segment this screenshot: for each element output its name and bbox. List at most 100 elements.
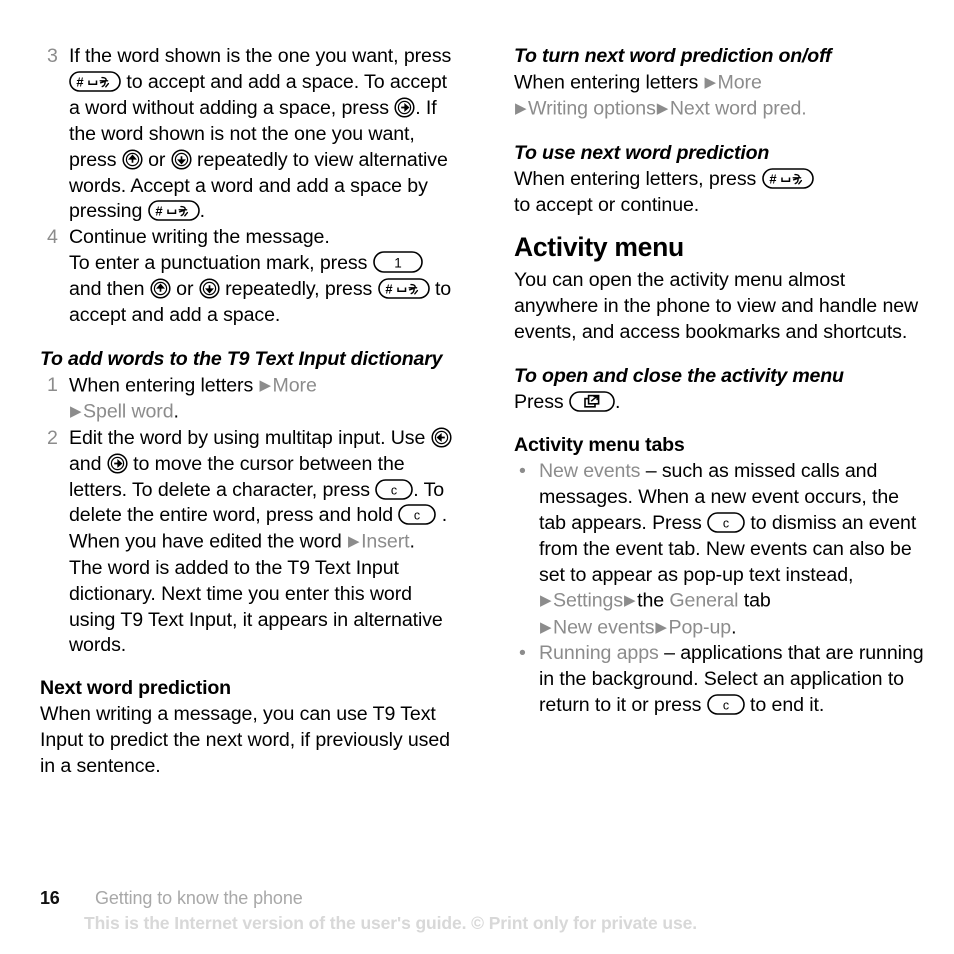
body-text: . bbox=[199, 200, 205, 223]
menu-arrow-icon: ▶ bbox=[259, 376, 272, 394]
list-number: 2 bbox=[47, 426, 58, 449]
hash-space-key-icon: # bbox=[147, 200, 200, 222]
subsection-heading-activity-menu-tabs: Activity menu tabs bbox=[514, 433, 685, 456]
tab-running-apps-text: Running apps – applications that are run… bbox=[539, 641, 926, 719]
body-text: Press bbox=[514, 391, 569, 414]
breadcrumb: Getting to know the phone bbox=[95, 888, 303, 908]
procedure-body-toggle-prediction: When entering letters ▶More ▶Writing opti… bbox=[514, 70, 926, 123]
footer-primary-line: 16 Getting to know the phone bbox=[40, 888, 920, 909]
body-text: and then bbox=[69, 278, 150, 301]
menu-arrow-icon: ▶ bbox=[540, 592, 552, 610]
list-item: • Running apps – applications that are r… bbox=[514, 641, 926, 719]
activity-menu-tabs-list: • New events – such as missed calls and … bbox=[514, 459, 926, 719]
menu-term: Spell word bbox=[83, 400, 174, 423]
body-text: to accept or continue. bbox=[514, 193, 700, 216]
svg-text:#: # bbox=[76, 74, 84, 89]
menu-term: General bbox=[669, 589, 739, 612]
body-text: . bbox=[614, 391, 621, 414]
procedure-body-open-close-activity-menu: Press . bbox=[514, 390, 926, 416]
step-4-text: Continue writing the message. To enter a … bbox=[69, 225, 452, 329]
procedure-heading-toggle-prediction: To turn next word prediction on/off bbox=[514, 45, 832, 67]
menu-arrow-icon: ▶ bbox=[656, 100, 669, 118]
clear-c-key-icon: c bbox=[706, 694, 745, 715]
body-text: . bbox=[436, 504, 448, 527]
body-text: to end it. bbox=[744, 694, 825, 717]
activity-menu-key-icon bbox=[569, 391, 615, 412]
menu-arrow-icon: ▶ bbox=[70, 403, 82, 421]
svg-text:c: c bbox=[391, 483, 397, 497]
steps-continued-list: 3 If the word shown is the one you want,… bbox=[40, 44, 452, 329]
menu-term: Next word pred. bbox=[669, 97, 807, 120]
list-item: 2 Edit the word by using multitap input.… bbox=[40, 426, 452, 660]
page-title: Activity menu bbox=[514, 232, 684, 263]
right-column: To turn next word prediction on/off When… bbox=[514, 44, 926, 780]
menu-term: New events bbox=[539, 459, 641, 482]
navigation-up-key-icon bbox=[150, 278, 171, 299]
procedure-steps-list: 1 When entering letters ▶More ▶Spell word… bbox=[40, 373, 452, 659]
menu-arrow-icon: ▶ bbox=[655, 618, 667, 636]
clear-c-key-icon: c bbox=[398, 504, 437, 526]
navigation-down-key-icon bbox=[199, 278, 220, 299]
hash-space-key-icon: # bbox=[377, 278, 430, 299]
tab-new-events-text: New events – such as missed calls and me… bbox=[539, 459, 926, 641]
body-text: Edit the word by using multitap input. U… bbox=[69, 426, 431, 449]
navigation-down-key-icon bbox=[171, 149, 192, 170]
body-text: When you have edited the word bbox=[69, 530, 348, 553]
nav_left_key bbox=[431, 427, 452, 448]
two-column-body: 3 If the word shown is the one you want,… bbox=[0, 0, 954, 780]
subsection-heading-next-word-prediction: Next word prediction bbox=[40, 677, 231, 700]
svg-text:#: # bbox=[385, 282, 393, 297]
menu-term: More bbox=[717, 71, 762, 94]
svg-text:1: 1 bbox=[394, 256, 401, 271]
list-item: 3 If the word shown is the one you want,… bbox=[40, 44, 452, 225]
procedure-heading-add-words: To add words to the T9 Text Input dictio… bbox=[40, 347, 443, 370]
procedure-heading-open-close-activity-menu: To open and close the activity menu bbox=[514, 365, 844, 388]
navigation-right-key-icon bbox=[394, 97, 415, 118]
body-text: repeatedly, press bbox=[219, 278, 378, 301]
body-text: and bbox=[69, 452, 107, 475]
menu-term: Settings bbox=[553, 589, 624, 612]
body-text: Continue writing the message. bbox=[69, 226, 330, 249]
body-text: To enter a punctuation mark, press bbox=[69, 252, 373, 275]
list-item: • New events – such as missed calls and … bbox=[514, 459, 926, 641]
body-text: tab bbox=[738, 589, 771, 612]
clear-c-key-icon: c bbox=[375, 478, 414, 500]
svg-text:c: c bbox=[414, 509, 420, 523]
menu-arrow-icon: ▶ bbox=[704, 73, 717, 91]
body-text: the bbox=[637, 589, 670, 612]
procedure-step-1-text: When entering letters ▶More ▶Spell word. bbox=[69, 373, 452, 426]
svg-text:#: # bbox=[155, 204, 163, 219]
menu-term: Insert bbox=[361, 530, 410, 553]
page-number: 16 bbox=[40, 888, 60, 908]
procedure-step-2-text: Edit the word by using multitap input. U… bbox=[69, 426, 452, 660]
bullet-marker: • bbox=[519, 642, 526, 665]
navigation-up-key-icon bbox=[122, 149, 143, 170]
body-text: or bbox=[142, 148, 171, 171]
step-3-text: If the word shown is the one you want, p… bbox=[69, 44, 452, 225]
body-text: If the word shown is the one you want, p… bbox=[69, 45, 452, 67]
svg-text:c: c bbox=[723, 516, 729, 530]
body-text: . bbox=[731, 616, 737, 639]
body-text: or bbox=[170, 278, 199, 301]
body-text: When entering letters bbox=[514, 71, 704, 94]
menu-term: Running apps bbox=[539, 642, 659, 665]
body-text: to accept and add a space. To accept a w… bbox=[69, 70, 447, 119]
menu-arrow-icon: ▶ bbox=[348, 533, 360, 551]
list-number: 4 bbox=[47, 226, 58, 249]
menu-term: More bbox=[272, 374, 317, 397]
section-body-activity-menu: You can open the activity menu almost an… bbox=[514, 269, 919, 344]
digit-one-key-icon: 1 bbox=[372, 251, 423, 274]
navigation-right-key-icon bbox=[107, 453, 128, 474]
clear-c-key-icon: c bbox=[707, 511, 745, 533]
hash-space-key-icon: # bbox=[761, 167, 814, 189]
watermark-notice: This is the Internet version of the user… bbox=[84, 913, 698, 933]
manual-page: 3 If the word shown is the one you want,… bbox=[0, 0, 954, 954]
menu-term: Writing options bbox=[528, 97, 656, 120]
procedure-body-use-prediction: When entering letters, press # to accept … bbox=[514, 167, 926, 219]
list-item: 4 Continue writing the message. To enter … bbox=[40, 225, 452, 329]
bullet-marker: • bbox=[519, 459, 526, 482]
body-text: When entering letters bbox=[69, 374, 259, 397]
menu-arrow-icon: ▶ bbox=[624, 592, 636, 610]
hash-space-key-icon: # bbox=[69, 71, 121, 92]
subsection-body-next-word-prediction: When writing a message, you can use T9 T… bbox=[40, 703, 450, 778]
